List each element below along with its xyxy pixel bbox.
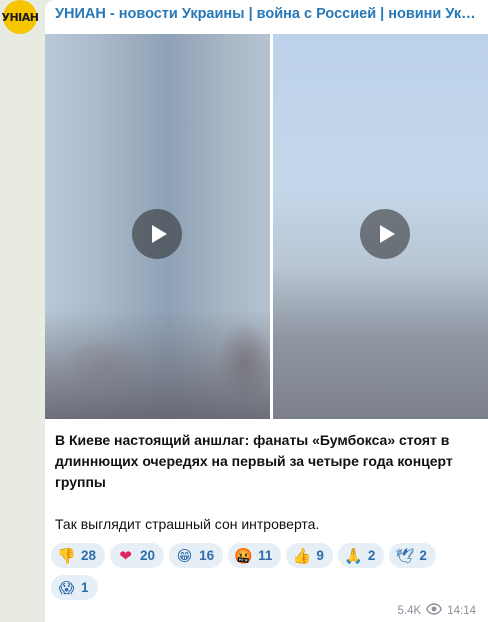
media-album [45, 34, 488, 419]
reaction-count: 2 [367, 548, 376, 563]
reaction-count: 11 [258, 548, 273, 563]
message-meta: 5.4K 14:14 [398, 603, 476, 618]
reactions-bar: 👎 28 ❤ 20 😁 16 🤬 11 👍 9 🙏 2 🕊 2 😱 1 [51, 543, 481, 600]
play-icon[interactable] [360, 209, 410, 259]
dove-icon: 🕊 [395, 546, 415, 565]
post-headline: В Киеве настоящий аншлаг: фанаты «Бумбок… [55, 432, 453, 490]
reaction-count: 20 [140, 548, 156, 563]
video-thumbnail-1[interactable] [45, 34, 270, 419]
reaction-thumbs-up[interactable]: 👍 9 [286, 543, 333, 568]
message-time: 14:14 [447, 604, 476, 617]
screaming-face-icon: 😱 [58, 578, 75, 597]
cursing-face-icon: 🤬 [234, 546, 253, 565]
reaction-count: 28 [81, 548, 97, 563]
view-count: 5.4K [397, 604, 422, 617]
post-text: Так выглядит страшный сон интроверта. [55, 516, 320, 532]
reaction-heart[interactable]: ❤ 20 [110, 543, 165, 568]
reaction-count: 9 [316, 548, 324, 563]
play-icon[interactable] [132, 209, 182, 259]
eye-icon [426, 603, 443, 618]
reaction-grinning[interactable]: 😁 16 [169, 543, 224, 568]
reaction-cursing[interactable]: 🤬 11 [228, 543, 282, 568]
thumbs-up-icon: 👍 [292, 546, 312, 565]
reaction-count: 1 [81, 580, 89, 595]
reaction-dove[interactable]: 🕊 2 [389, 543, 436, 568]
heart-icon: ❤ [119, 546, 132, 565]
thumbs-down-icon: 👎 [57, 546, 76, 565]
grinning-face-icon: 😁 [176, 546, 193, 565]
reaction-count: 16 [199, 548, 215, 563]
channel-title[interactable]: УНИАН - новости Украины | война с Россие… [55, 6, 480, 22]
message-bubble: УНИАН - новости Украины | война с Россие… [45, 0, 488, 622]
folded-hands-icon: 🙏 [344, 546, 363, 565]
video-thumbnail-2[interactable] [273, 34, 488, 419]
reaction-folded-hands[interactable]: 🙏 2 [337, 543, 385, 568]
channel-avatar[interactable]: УНІАН [2, 0, 39, 34]
reaction-count: 2 [419, 548, 427, 563]
reaction-screaming[interactable]: 😱 1 [51, 575, 98, 600]
reaction-thumbs-down[interactable]: 👎 28 [51, 543, 106, 568]
